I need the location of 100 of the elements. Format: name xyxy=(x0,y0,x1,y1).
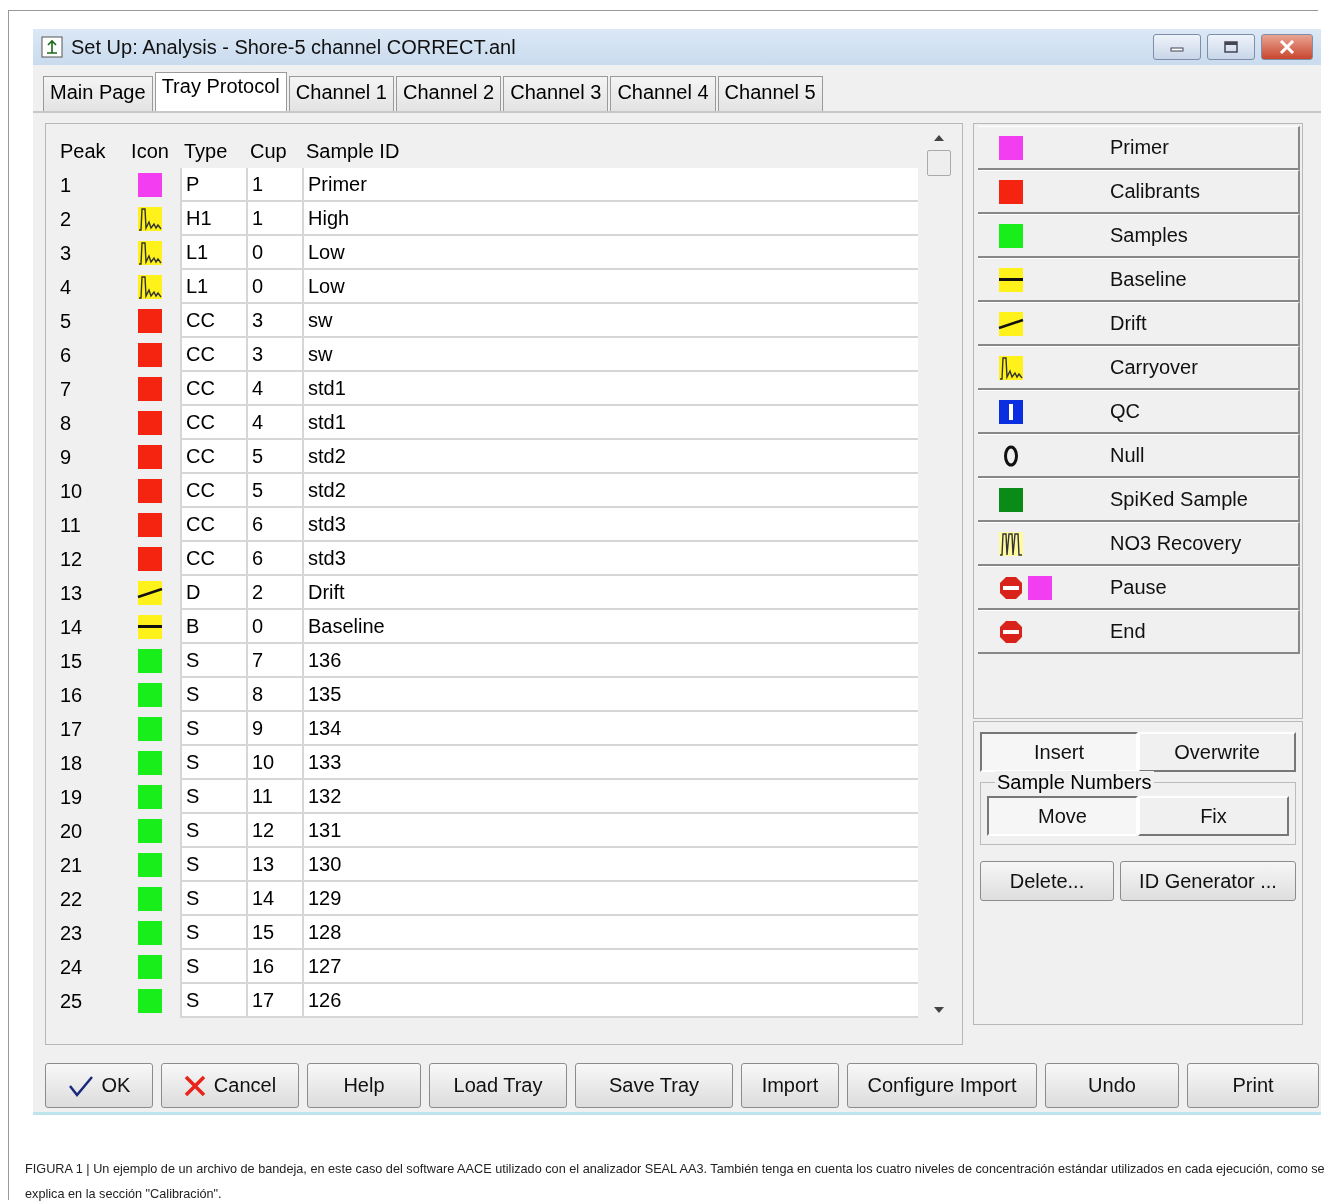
square-icon xyxy=(137,988,163,1014)
table-cell: Low xyxy=(302,270,918,304)
square-icon xyxy=(137,716,163,742)
stop-sign-icon xyxy=(998,574,1054,601)
table-cell: D xyxy=(180,576,246,610)
square-icon xyxy=(137,750,163,776)
table-cell: H1 xyxy=(180,202,246,236)
square-icon xyxy=(998,486,1024,513)
tab[interactable]: Main Page xyxy=(43,76,153,111)
table-cell: CC xyxy=(180,304,246,338)
table-cell: S xyxy=(180,984,246,1018)
pulses-icon xyxy=(998,530,1024,557)
table-cell: CC xyxy=(180,338,246,372)
toggle-button[interactable]: Move xyxy=(987,796,1138,836)
peak-icon xyxy=(137,274,163,300)
tab[interactable]: Channel 3 xyxy=(503,76,609,111)
action-button[interactable]: Delete... xyxy=(980,861,1114,901)
table-cell: CC xyxy=(180,474,246,508)
dialog-button[interactable]: OK xyxy=(45,1063,153,1108)
palette-button[interactable]: Pause xyxy=(978,566,1300,610)
square-icon xyxy=(137,512,163,538)
palette-button[interactable]: Carryover xyxy=(978,346,1300,390)
table-cell: S xyxy=(180,950,246,984)
tab[interactable]: Channel 4 xyxy=(610,76,716,111)
palette-button[interactable]: Null xyxy=(978,434,1300,478)
column-header: Icon xyxy=(130,138,170,164)
table-cell: Low xyxy=(302,236,918,270)
dialog-button[interactable]: Import xyxy=(741,1063,839,1108)
table-cell-text: 25 xyxy=(59,988,84,1014)
baseline-icon xyxy=(137,614,163,640)
drift-icon xyxy=(998,310,1024,337)
table-cell: 5 xyxy=(246,474,302,508)
dialog-button[interactable]: Help xyxy=(307,1063,421,1108)
table-cell-text: 1 xyxy=(59,172,73,198)
dialog-button[interactable]: Undo xyxy=(1045,1063,1179,1108)
table-cell: CC xyxy=(180,406,246,440)
table-cell: CC xyxy=(180,508,246,542)
table-cell: 2 xyxy=(246,576,302,610)
table-cell-text: 16 xyxy=(59,682,84,708)
square-icon xyxy=(137,648,163,674)
table-cell-text: 19 xyxy=(59,784,84,810)
table-cell: S xyxy=(180,882,246,916)
table-cell: 6 xyxy=(246,542,302,576)
drift-icon xyxy=(137,580,163,606)
table-cell: P xyxy=(180,168,246,202)
square-icon xyxy=(137,478,163,504)
table-cell: 15 xyxy=(246,916,302,950)
table-cell: 134 xyxy=(302,712,918,746)
dialog-button[interactable]: Configure Import xyxy=(847,1063,1037,1108)
table-cell: 131 xyxy=(302,814,918,848)
maximize-button[interactable] xyxy=(1207,34,1255,60)
tab[interactable]: Tray Protocol xyxy=(154,72,287,111)
dialog-button[interactable]: Save Tray xyxy=(575,1063,733,1108)
table-cell-text: 2 xyxy=(59,206,73,232)
palette-button[interactable]: SpiKed Sample xyxy=(978,478,1300,522)
table-cell: 128 xyxy=(302,916,918,950)
table-cell: 7 xyxy=(246,644,302,678)
palette-button[interactable]: Drift xyxy=(978,302,1300,346)
palette-button[interactable]: Calibrants xyxy=(978,170,1300,214)
toggle-button[interactable]: Overwrite xyxy=(1138,732,1296,772)
toggle-button[interactable]: Fix xyxy=(1138,796,1289,836)
dialog-button[interactable]: Print xyxy=(1187,1063,1319,1108)
tab[interactable]: Channel 1 xyxy=(288,76,394,111)
table-cell: std1 xyxy=(302,372,918,406)
palette-button[interactable]: QC xyxy=(978,390,1300,434)
table-cell: 14 xyxy=(246,882,302,916)
toggle-button[interactable]: Insert xyxy=(980,732,1138,772)
tab[interactable]: Channel 2 xyxy=(396,76,502,111)
action-button[interactable]: ID Generator ... xyxy=(1120,861,1296,901)
palette-button[interactable]: Primer xyxy=(978,126,1300,170)
table-cell: sw xyxy=(302,304,918,338)
table-cell: 130 xyxy=(302,848,918,882)
table-cell: CC xyxy=(180,542,246,576)
palette-button[interactable]: End xyxy=(978,610,1300,654)
table-cell-text: 3 xyxy=(59,240,73,266)
scrollbar[interactable] xyxy=(926,134,952,1014)
table-cell: S xyxy=(180,916,246,950)
table-cell-text: 5 xyxy=(59,308,73,334)
palette-button[interactable]: Samples xyxy=(978,214,1300,258)
scroll-thumb[interactable] xyxy=(927,150,951,176)
table-cell: 135 xyxy=(302,678,918,712)
dialog-button[interactable]: Load Tray xyxy=(429,1063,567,1108)
table-cell-text: 12 xyxy=(59,546,84,572)
column-header: Sample ID xyxy=(305,138,401,164)
minimize-button[interactable] xyxy=(1153,34,1201,60)
square-icon xyxy=(137,308,163,334)
table-cell: 11 xyxy=(246,780,302,814)
table-cell-text: 15 xyxy=(59,648,84,674)
close-button[interactable] xyxy=(1261,34,1313,60)
tab[interactable]: Channel 5 xyxy=(717,76,823,111)
table-cell: 133 xyxy=(302,746,918,780)
table-cell: 3 xyxy=(246,304,302,338)
table-cell: S xyxy=(180,780,246,814)
dialog-button[interactable]: Cancel xyxy=(161,1063,299,1108)
palette-button[interactable]: Baseline xyxy=(978,258,1300,302)
palette-button[interactable]: NO3 Recovery xyxy=(978,522,1300,566)
square-icon xyxy=(137,886,163,912)
peak-icon xyxy=(137,240,163,266)
square-icon xyxy=(137,546,163,572)
table-cell: CC xyxy=(180,440,246,474)
